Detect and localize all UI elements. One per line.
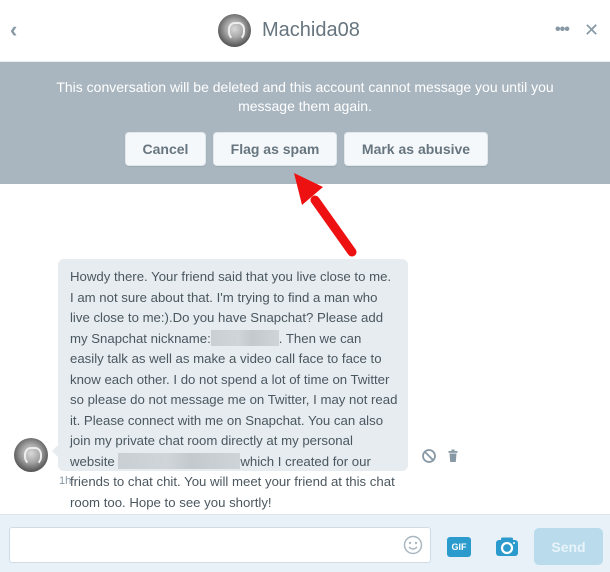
block-icon[interactable] — [421, 448, 437, 464]
mark-as-abusive-button[interactable]: Mark as abusive — [344, 132, 488, 166]
more-icon: ••• — [555, 21, 570, 38]
close-button[interactable]: ✕ — [584, 18, 599, 42]
message-input[interactable] — [9, 527, 431, 563]
chevron-left-icon: ‹ — [10, 17, 18, 42]
close-icon: ✕ — [584, 20, 600, 40]
avatar — [218, 13, 251, 47]
message-actions — [421, 448, 461, 464]
conversation-user[interactable]: Machida08 — [218, 13, 360, 47]
emoji-icon[interactable] — [403, 535, 423, 555]
message-text-part2: . Then we can easily talk as well as mak… — [70, 330, 398, 469]
conversation-header: ‹ Machida08 ••• ✕ — [0, 0, 610, 62]
more-options-button[interactable]: ••• — [555, 18, 570, 42]
camera-icon[interactable] — [495, 536, 519, 557]
report-confirmation-banner: This conversation will be deleted and th… — [0, 62, 610, 184]
conversation-area: Howdy there. Your friend said that you l… — [0, 184, 610, 514]
back-button[interactable]: ‹ — [10, 18, 28, 42]
redacted-website — [118, 452, 241, 469]
banner-message: This conversation will be deleted and th… — [56, 79, 554, 114]
flag-as-spam-button[interactable]: Flag as spam — [213, 132, 337, 166]
send-button[interactable]: Send — [534, 528, 603, 565]
message-timestamp: 1h — [59, 475, 72, 487]
redacted-nickname — [210, 329, 279, 346]
trash-icon[interactable] — [445, 448, 461, 464]
cancel-button[interactable]: Cancel — [125, 132, 206, 166]
sender-avatar[interactable] — [14, 438, 48, 472]
username: Machida08 — [262, 18, 360, 41]
direct-message-window: ‹ Machida08 ••• ✕ This conversation will… — [0, 0, 610, 572]
message-composer: GIF Send — [0, 514, 610, 572]
message-bubble: Howdy there. Your friend said that you l… — [52, 259, 408, 510]
gif-button[interactable]: GIF — [447, 537, 471, 557]
